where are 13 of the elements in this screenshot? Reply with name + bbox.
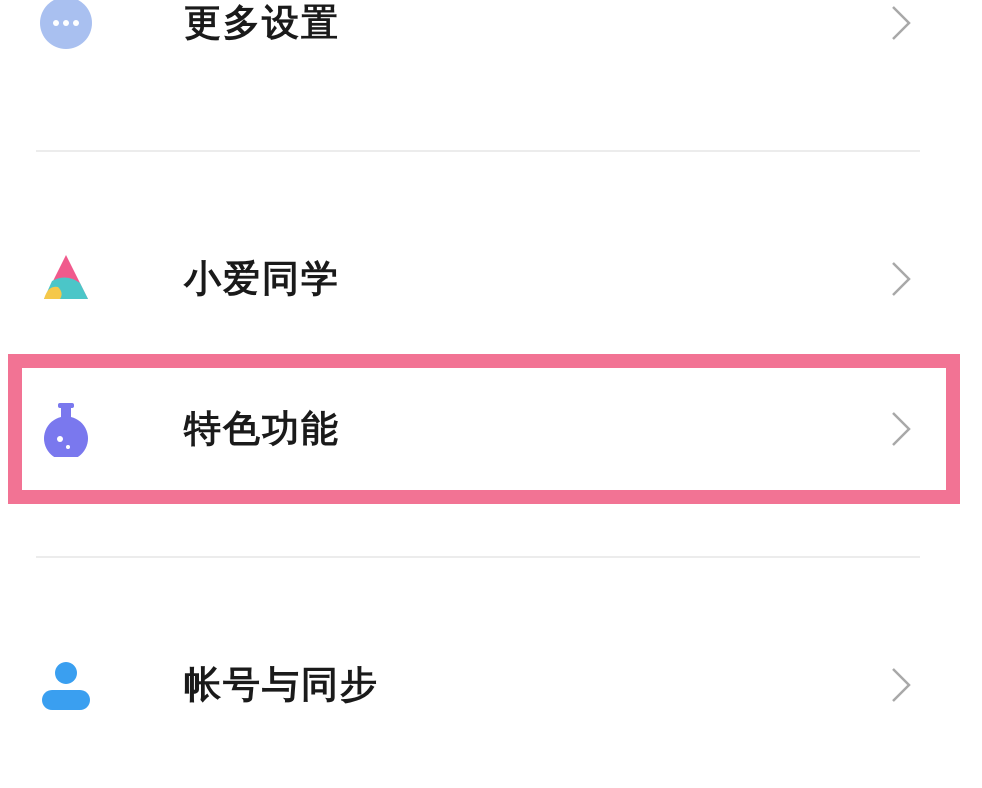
row-label: 更多设置 bbox=[184, 0, 341, 46]
settings-row[interactable]: 小爱同学 bbox=[8, 204, 960, 354]
row-label: 特色功能 bbox=[184, 406, 341, 452]
chevron-right-icon bbox=[890, 261, 912, 297]
more-icon bbox=[38, 0, 94, 51]
chevron-right-icon bbox=[890, 667, 912, 703]
settings-row[interactable]: 更多设置 bbox=[8, 0, 960, 98]
row-label: 帐号与同步 bbox=[184, 662, 380, 708]
chevron-right-icon bbox=[890, 411, 912, 447]
row-label: 小爱同学 bbox=[184, 256, 341, 302]
settings-row[interactable]: 帐号与同步 bbox=[8, 610, 960, 760]
settings-row[interactable]: 特色功能 bbox=[8, 354, 960, 504]
chevron-right-icon bbox=[890, 5, 912, 41]
